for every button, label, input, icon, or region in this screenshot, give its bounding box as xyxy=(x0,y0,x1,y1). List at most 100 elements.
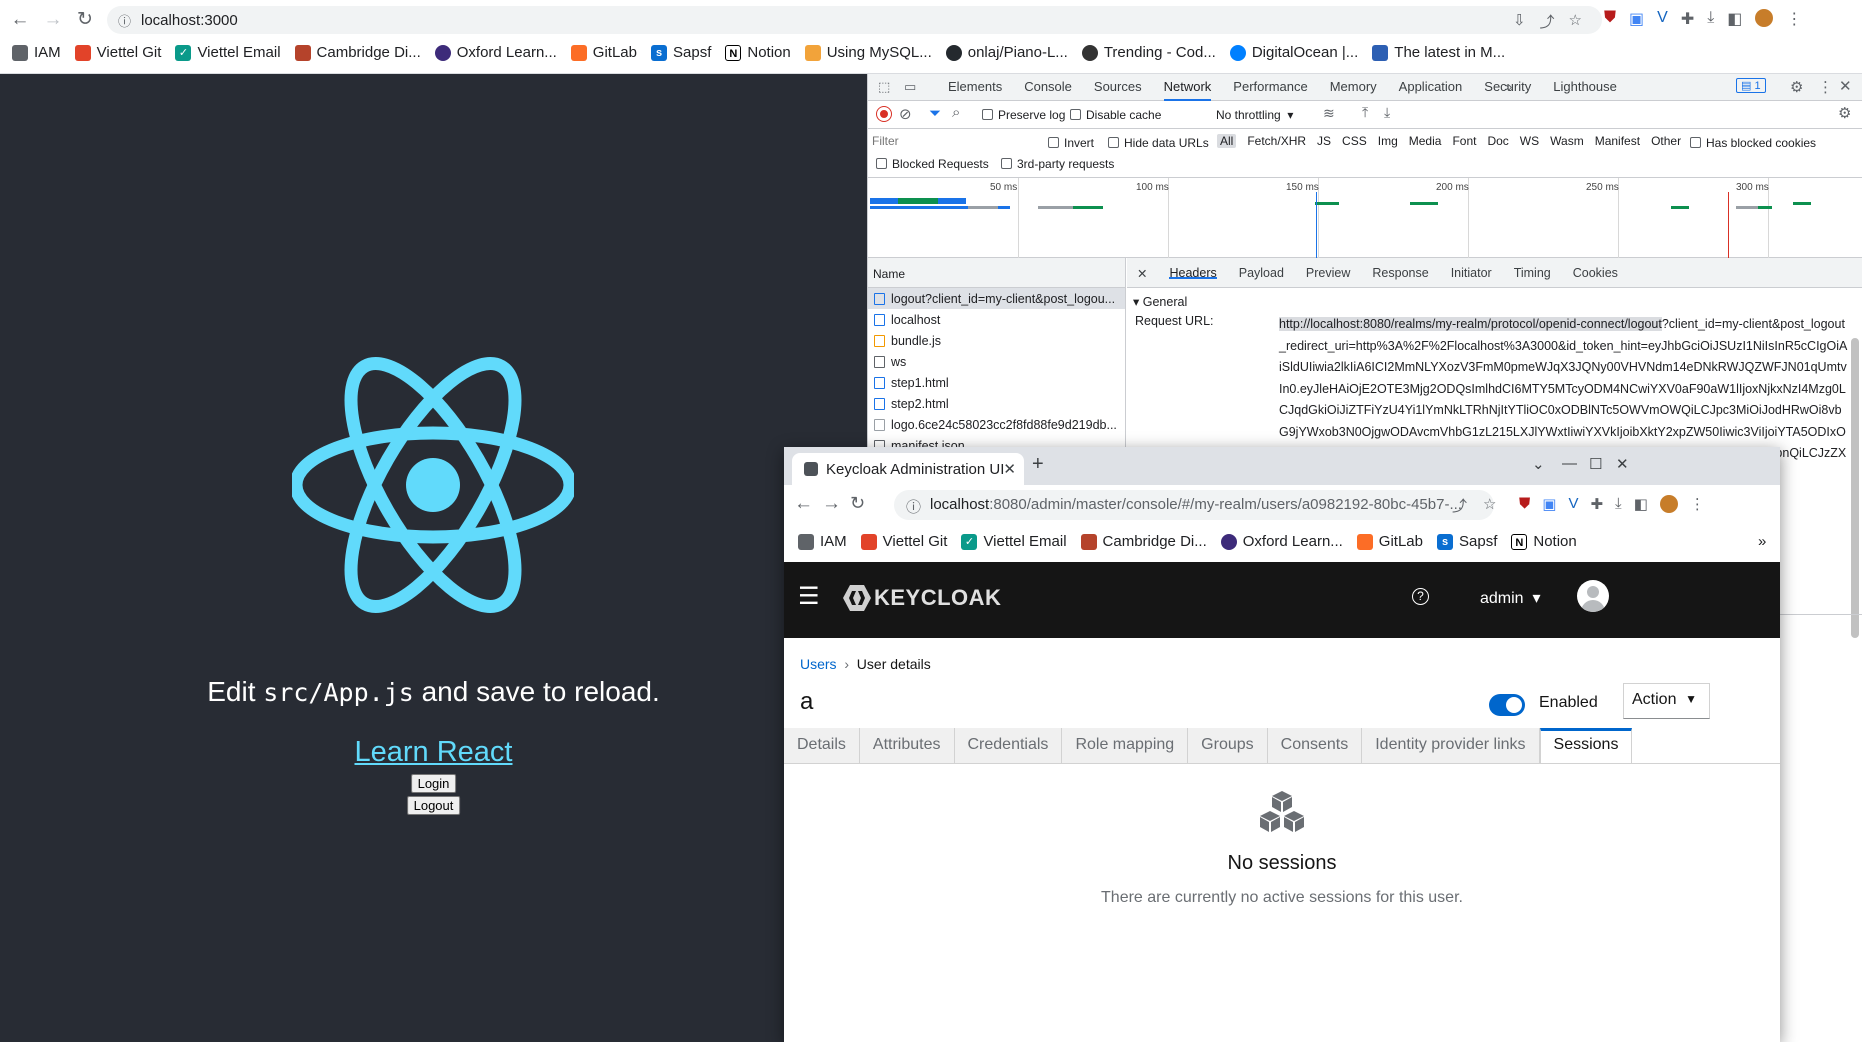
request-row[interactable]: logo.6ce24c58023cc2f8fd88fe9d219db... xyxy=(868,414,1125,435)
share-icon[interactable]: ⤴ xyxy=(1452,495,1467,516)
bookmark-item[interactable]: s Sapsf xyxy=(651,44,711,61)
puzzle-icon[interactable]: ✚ xyxy=(1590,495,1603,513)
close-window-icon[interactable]: ✕ xyxy=(1616,455,1629,473)
detail-tab-headers[interactable]: Headers xyxy=(1169,266,1217,280)
general-section-toggle[interactable]: ▾ General xyxy=(1127,288,1862,315)
site-info-icon[interactable]: ⓘ xyxy=(118,11,131,30)
new-tab-icon[interactable]: + xyxy=(1032,453,1044,476)
devtools-tab-elements[interactable]: Elements xyxy=(948,79,1002,101)
tab-role-mapping[interactable]: Role mapping xyxy=(1062,728,1189,763)
bookmark-item[interactable]: DigitalOcean |... xyxy=(1229,44,1358,61)
more-bookmarks-icon[interactable]: » xyxy=(1758,533,1766,550)
tab-consents[interactable]: Consents xyxy=(1267,728,1363,763)
has-blocked-cookies-checkbox[interactable]: Has blocked cookies xyxy=(1690,136,1816,150)
minimize-icon[interactable]: — xyxy=(1562,455,1577,472)
import-har-icon[interactable]: ⤒ xyxy=(1362,104,1368,121)
kebab-menu-icon[interactable]: ⋮ xyxy=(1690,495,1705,513)
bookmark-item[interactable]: Oxford Learn... xyxy=(1220,533,1343,550)
request-row[interactable]: step1.html xyxy=(868,372,1125,393)
detail-tab-timing[interactable]: Timing xyxy=(1514,266,1551,280)
bookmark-item[interactable]: GitLab xyxy=(1356,533,1423,550)
bookmark-item[interactable]: The latest in M... xyxy=(1372,44,1505,61)
download-icon[interactable]: ⤓ xyxy=(1707,9,1714,29)
record-icon[interactable] xyxy=(877,107,891,121)
forward-icon[interactable]: → xyxy=(822,493,841,515)
bookmark-item[interactable]: s Sapsf xyxy=(1437,533,1497,550)
bookmark-item[interactable]: IAM xyxy=(798,533,847,550)
third-party-checkbox[interactable]: 3rd-party requests xyxy=(1001,157,1114,171)
tab-credentials[interactable]: Credentials xyxy=(954,728,1063,763)
logout-button[interactable]: Logout xyxy=(406,796,461,815)
kc-browser-tab[interactable]: Keycloak Administration UI ✕ xyxy=(792,453,1024,485)
kebab-menu-icon[interactable]: ⋮ xyxy=(1786,9,1802,29)
detail-tab-cookies[interactable]: Cookies xyxy=(1573,266,1618,280)
filter-type-js[interactable]: JS xyxy=(1317,134,1331,148)
user-avatar[interactable] xyxy=(1577,580,1609,612)
filter-type-doc[interactable]: Doc xyxy=(1487,134,1508,148)
bookmark-item[interactable]: onlaj/Piano-L... xyxy=(945,44,1068,61)
filter-type-all[interactable]: All xyxy=(1217,134,1237,148)
filter-type-img[interactable]: Img xyxy=(1378,134,1398,148)
detail-tab-preview[interactable]: Preview xyxy=(1306,266,1350,280)
puzzle-icon[interactable]: ✚ xyxy=(1681,9,1694,29)
tab-groups[interactable]: Groups xyxy=(1188,728,1268,763)
devtools-tab-performance[interactable]: Performance xyxy=(1233,79,1307,101)
tab-details[interactable]: Details xyxy=(784,728,860,763)
filter-type-media[interactable]: Media xyxy=(1409,134,1442,148)
filter-type-css[interactable]: CSS xyxy=(1342,134,1367,148)
filter-type-ws[interactable]: WS xyxy=(1520,134,1539,148)
filter-input[interactable] xyxy=(872,132,1032,150)
bookmark-item[interactable]: Cambridge Di... xyxy=(294,44,421,61)
avatar[interactable] xyxy=(1659,495,1678,513)
request-row[interactable]: logout?client_id=my-client&post_logou... xyxy=(868,288,1125,309)
bookmark-item[interactable]: N Notion xyxy=(725,44,791,61)
network-overview-timeline[interactable]: 50 ms 100 ms 150 ms 200 ms 250 ms 300 ms xyxy=(868,178,1862,258)
clear-icon[interactable]: ⊘ xyxy=(899,105,912,123)
more-tabs-icon[interactable]: » xyxy=(1505,79,1512,94)
bookmark-item[interactable]: Viettel Git xyxy=(74,44,161,61)
detail-tab-response[interactable]: Response xyxy=(1372,266,1428,280)
export-har-icon[interactable]: ⤓ xyxy=(1384,104,1390,121)
keycloak-logo[interactable]: KEYCLOAK xyxy=(842,583,1001,613)
bookmark-item[interactable]: GitLab xyxy=(570,44,637,61)
close-detail-icon[interactable]: ✕ xyxy=(1137,266,1147,281)
help-icon[interactable]: ? xyxy=(1412,588,1429,605)
inspect-icon[interactable]: ⬚ xyxy=(878,79,890,95)
back-icon[interactable]: ← xyxy=(794,493,813,515)
detail-tab-payload[interactable]: Payload xyxy=(1239,266,1284,280)
filter-type-other[interactable]: Other xyxy=(1651,134,1681,148)
devtools-tab-lighthouse[interactable]: Lighthouse xyxy=(1553,79,1617,101)
devtools-tab-application[interactable]: Application xyxy=(1399,79,1463,101)
kebab-menu-icon[interactable]: ⋮ xyxy=(1818,78,1833,96)
tab-sessions[interactable]: Sessions xyxy=(1539,728,1633,763)
user-menu-toggle[interactable]: admin ▾ xyxy=(1480,588,1541,608)
network-settings-icon[interactable]: ⚙ xyxy=(1838,104,1851,122)
bookmark-star-icon[interactable]: ☆ xyxy=(1569,11,1582,32)
bookmark-item[interactable]: Trending - Cod... xyxy=(1081,44,1216,61)
bookmark-item[interactable]: N Notion xyxy=(1511,533,1577,550)
request-row[interactable]: localhost xyxy=(868,309,1125,330)
sidepanel-icon[interactable]: ◧ xyxy=(1634,495,1648,513)
bookmark-item[interactable]: ✓ Viettel Email xyxy=(961,533,1067,550)
filter-type-manifest[interactable]: Manifest xyxy=(1595,134,1640,148)
hamburger-menu-icon[interactable]: ☰ xyxy=(798,582,820,611)
action-dropdown[interactable]: Action ▼ xyxy=(1623,683,1710,719)
detail-scrollbar[interactable] xyxy=(1851,338,1859,638)
device-toggle-icon[interactable]: ▭ xyxy=(904,79,916,95)
issues-badge[interactable]: ▤ 1 xyxy=(1736,78,1766,93)
forward-icon[interactable]: → xyxy=(41,8,65,32)
bookmark-item[interactable]: IAM xyxy=(12,44,61,61)
preserve-log-checkbox[interactable]: Preserve log xyxy=(982,108,1065,122)
translate-icon[interactable]: ▣ xyxy=(1542,495,1556,513)
login-button[interactable]: Login xyxy=(410,774,457,793)
learn-react-link[interactable]: Learn React xyxy=(0,736,867,769)
back-icon[interactable]: ← xyxy=(8,8,32,32)
filter-type-font[interactable]: Font xyxy=(1452,134,1476,148)
hide-data-urls-checkbox[interactable]: Hide data URLs xyxy=(1108,136,1209,150)
ublock-icon[interactable]: ⛊ xyxy=(1519,495,1530,513)
filter-type-fetchxhr[interactable]: Fetch/XHR xyxy=(1247,134,1306,148)
name-column-header[interactable]: Name xyxy=(868,258,1125,288)
maximize-icon[interactable]: ☐ xyxy=(1589,455,1602,473)
network-conditions-icon[interactable]: ≋ xyxy=(1323,105,1335,122)
bookmark-item[interactable]: ✓ Viettel Email xyxy=(175,44,281,61)
